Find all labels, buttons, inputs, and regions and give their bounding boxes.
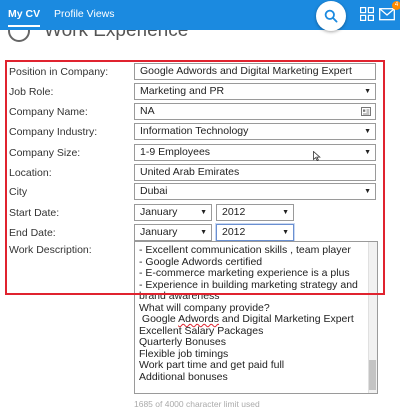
description-line: brand awareness <box>139 290 220 302</box>
city-select[interactable]: Dubai ▼ <box>134 183 376 200</box>
description-line: - Excellent communication skills , team … <box>139 244 351 256</box>
end-year-select[interactable]: 2012 ▼ <box>216 224 294 241</box>
chevron-down-icon: ▼ <box>364 149 371 156</box>
company-name-input[interactable]: NA <box>134 103 376 120</box>
description-text: - Excellent communication skills , team … <box>139 244 369 383</box>
location-input[interactable]: United Arab Emirates <box>134 164 376 181</box>
end-year-value: 2012 <box>222 226 246 238</box>
description-fragment: and Digital Marketing Expert <box>218 313 354 325</box>
job-role-label: Job Role: <box>9 86 54 98</box>
grid-icon[interactable] <box>360 7 374 21</box>
industry-select[interactable]: Information Technology ▼ <box>134 123 376 140</box>
scrollbar-thumb[interactable] <box>369 360 376 390</box>
tab-profile-views[interactable]: Profile Views <box>54 8 115 20</box>
section-icon <box>8 30 30 42</box>
start-date-label: Start Date: <box>9 207 60 219</box>
description-scrollbar[interactable] <box>368 242 377 393</box>
location-value: United Arab Emirates <box>140 166 240 178</box>
city-label: City <box>9 186 28 198</box>
start-year-value: 2012 <box>222 206 246 218</box>
description-line: Google Adwords and Digital Marketing Exp… <box>139 313 369 326</box>
description-fragment: Adwords <box>178 313 219 325</box>
description-line: Quarterly Bonuses <box>139 336 226 348</box>
top-navigation-bar: My CV Profile Views 4 <box>0 0 400 31</box>
location-label: Location: <box>9 167 52 179</box>
size-select[interactable]: 1-9 Employees ▼ <box>134 144 376 161</box>
mouse-cursor-icon <box>313 151 321 161</box>
start-month-value: January <box>140 206 178 218</box>
description-fragment: Google <box>139 313 179 325</box>
size-value: 1-9 Employees <box>140 146 211 158</box>
chevron-down-icon: ▼ <box>282 209 289 216</box>
start-month-select[interactable]: January ▼ <box>134 204 212 221</box>
position-label: Position in Company: <box>9 66 109 78</box>
company-name-label: Company Name: <box>9 106 88 118</box>
description-line: Work part time and get paid full <box>139 359 285 371</box>
description-line: - E-commerce marketing experience is a p… <box>139 267 350 279</box>
industry-value: Information Technology <box>140 125 249 137</box>
company-name-value: NA <box>140 105 155 117</box>
search-icon <box>324 9 338 23</box>
city-value: Dubai <box>140 185 168 197</box>
end-date-label: End Date: <box>9 227 56 239</box>
chevron-down-icon: ▼ <box>282 229 289 236</box>
chevron-down-icon: ▼ <box>364 128 371 135</box>
description-line: Additional bonuses <box>139 370 228 383</box>
mail-icon[interactable] <box>379 7 395 21</box>
size-label: Company Size: <box>9 147 81 159</box>
position-input[interactable]: Google Adwords and Digital Marketing Exp… <box>134 63 376 80</box>
search-button[interactable] <box>316 1 346 31</box>
description-label: Work Description: <box>9 244 92 256</box>
chevron-down-icon: ▼ <box>200 229 207 236</box>
chevron-down-icon: ▼ <box>364 188 371 195</box>
start-year-select[interactable]: 2012 ▼ <box>216 204 294 221</box>
job-role-select[interactable]: Marketing and PR ▼ <box>134 83 376 100</box>
job-role-value: Marketing and PR <box>140 85 225 97</box>
character-count: 1685 of 4000 character limit used <box>134 399 260 408</box>
section-header: Work Experience <box>0 30 400 48</box>
position-value: Google Adwords and Digital Marketing Exp… <box>140 65 352 77</box>
industry-label: Company Industry: <box>9 126 98 138</box>
description-textarea[interactable]: - Excellent communication skills , team … <box>134 241 378 394</box>
chevron-down-icon: ▼ <box>364 88 371 95</box>
end-month-select[interactable]: January ▼ <box>134 224 212 241</box>
section-title: Work Experience <box>44 30 189 41</box>
contact-card-icon <box>361 107 371 116</box>
mail-badge: 4 <box>392 1 400 10</box>
chevron-down-icon: ▼ <box>200 209 207 216</box>
end-month-value: January <box>140 226 178 238</box>
tab-my-cv[interactable]: My CV <box>8 8 41 27</box>
